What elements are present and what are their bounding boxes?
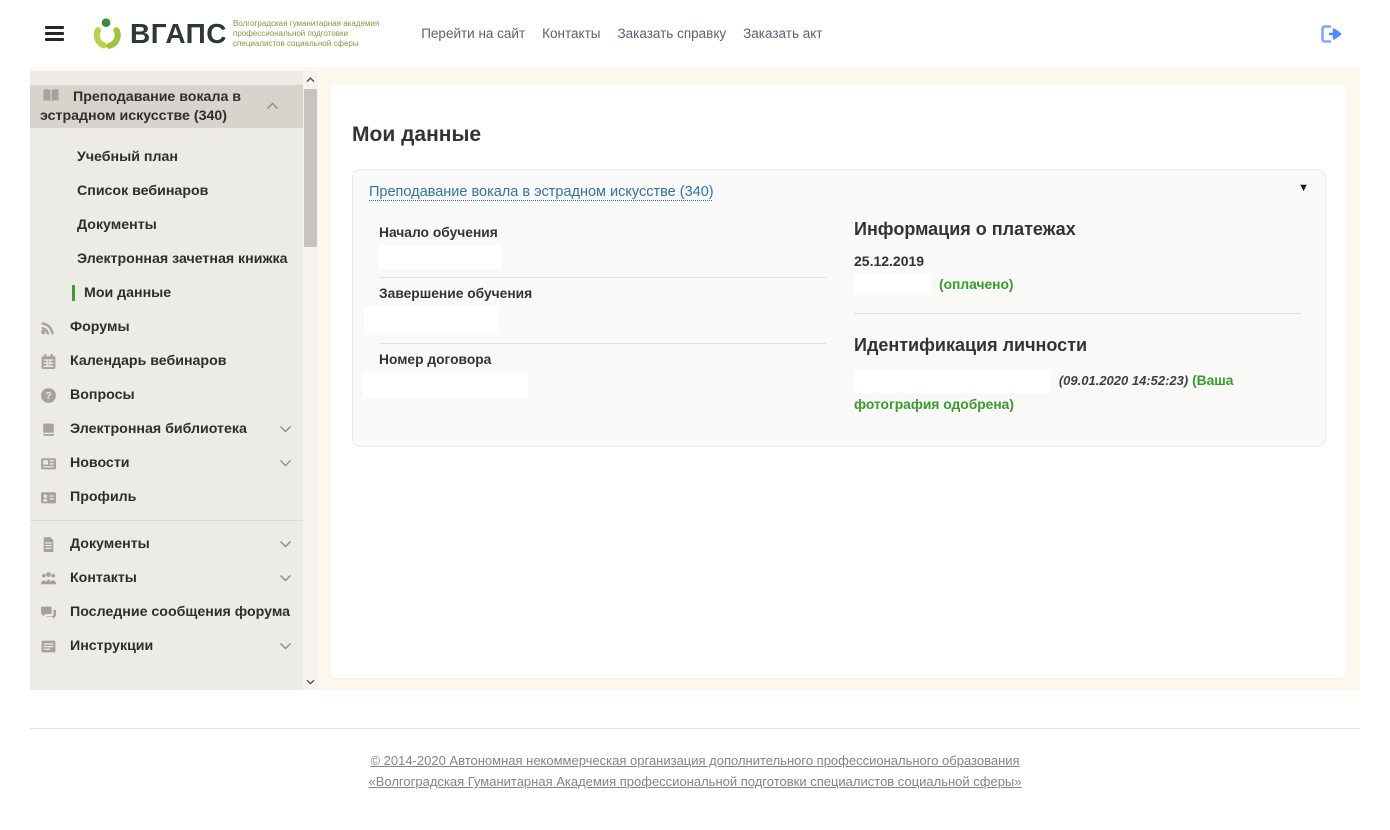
payments-heading: Информация о платежах <box>854 219 1301 240</box>
chevron-down-icon <box>279 455 292 472</box>
calendar-icon <box>40 353 57 370</box>
logo-tagline: Волгоградская гуманитарная академия проф… <box>233 19 379 49</box>
top-header: ВГАПС Волгоградская гуманитарная академи… <box>0 0 1390 67</box>
redacted-value <box>379 245 501 269</box>
sidebar-item-elibrary[interactable]: Электронная библиотека <box>30 412 303 446</box>
main-card: Мои данные Преподавание вокала в эстрадн… <box>330 85 1347 678</box>
footer-divider <box>30 728 1360 729</box>
sidebar-secondary-list: Документы Контакты <box>30 527 303 663</box>
chevron-down-icon <box>279 570 292 587</box>
field-contract-number: Номер договора <box>379 344 826 406</box>
profile-card-icon <box>40 489 57 506</box>
top-nav: Перейти на сайт Контакты Заказать справк… <box>421 26 822 41</box>
identity-heading: Идентификация личности <box>854 335 1301 356</box>
course-link[interactable]: Преподавание вокала в эстрадном искусств… <box>369 184 714 200</box>
sidebar-item-forums[interactable]: Форумы <box>30 310 303 344</box>
sidebar-item-contacts[interactable]: Контакты <box>30 561 303 595</box>
sidebar-item-documents[interactable]: Документы <box>30 527 303 561</box>
sidebar-item-instructions[interactable]: Инструкции <box>30 629 303 663</box>
svg-text:?: ? <box>45 391 51 402</box>
sidebar-item-webinar-calendar[interactable]: Календарь вебинаров <box>30 344 303 378</box>
open-book-icon <box>42 88 60 108</box>
chevron-up-icon <box>266 98 279 115</box>
sidebar: Преподавание вокала в эстрадном искусств… <box>30 71 318 690</box>
sidebar-subitem-my-data[interactable]: Мои данные <box>30 276 303 310</box>
payment-row: (оплачено) <box>854 274 1301 295</box>
sidebar-subitem-documents[interactable]: Документы <box>30 208 303 242</box>
nav-order-certificate[interactable]: Заказать справку <box>617 26 726 41</box>
redacted-value <box>363 372 528 398</box>
field-start-date: Начало обучения <box>379 217 826 278</box>
sidebar-item-questions[interactable]: ? Вопросы <box>30 378 303 412</box>
chevron-down-icon <box>279 638 292 655</box>
logo-icon <box>90 16 124 52</box>
sidebar-course-label: Преподавание вокала в эстрадном искусств… <box>40 89 241 124</box>
identity-timestamp: (09.01.2020 14:52:23) <box>1059 373 1188 388</box>
question-icon: ? <box>40 387 57 404</box>
payments-and-identity: Информация о платежах 25.12.2019 (оплаче… <box>854 217 1301 416</box>
identity-row: (09.01.2020 14:52:23) (Ваша фотография о… <box>854 369 1301 416</box>
course-submenu: Учебный план Список вебинаров Документы … <box>30 140 303 310</box>
payment-status: (оплачено) <box>939 277 1014 292</box>
forum-icon <box>40 319 57 336</box>
scrollbar-thumb[interactable] <box>304 89 317 247</box>
news-icon <box>40 455 57 472</box>
sidebar-divider <box>30 520 303 521</box>
instructions-icon <box>40 638 57 655</box>
sidebar-item-latest-forum-messages[interactable]: Последние сообщения форума <box>30 595 303 629</box>
page-title: Мои данные <box>352 123 1326 147</box>
sidebar-course-header[interactable]: Преподавание вокала в эстрадном искусств… <box>30 85 303 128</box>
course-panel: Преподавание вокала в эстрадном искусств… <box>352 169 1326 447</box>
redacted-value <box>854 274 932 295</box>
scroll-up-icon[interactable] <box>303 71 318 88</box>
content-band: Преподавание вокала в эстрадном искусств… <box>30 67 1360 690</box>
payment-date: 25.12.2019 <box>854 253 1301 269</box>
nav-contacts[interactable]: Контакты <box>542 26 600 41</box>
main-area: Мои данные Преподавание вокала в эстрадн… <box>318 67 1360 690</box>
footer-link-line2[interactable]: «Волгоградская Гуманитарная Академия про… <box>0 771 1390 792</box>
nav-order-act[interactable]: Заказать акт <box>743 26 822 41</box>
chevron-down-icon <box>279 536 292 553</box>
sidebar-scrollbar[interactable] <box>303 71 318 690</box>
sidebar-item-news[interactable]: Новости <box>30 446 303 480</box>
logo[interactable]: ВГАПС Волгоградская гуманитарная академи… <box>90 16 379 52</box>
nav-goto-site[interactable]: Перейти на сайт <box>421 26 525 41</box>
training-fields: Начало обучения Завершение обучения Номе… <box>379 217 826 416</box>
panel-columns: Начало обучения Завершение обучения Номе… <box>379 217 1309 416</box>
scroll-down-icon[interactable] <box>303 673 318 690</box>
sidebar-subitem-gradebook[interactable]: Электронная зачетная книжка <box>30 242 303 276</box>
sidebar-subitem-webinar-list[interactable]: Список вебинаров <box>30 174 303 208</box>
redacted-value <box>854 370 1051 393</box>
section-divider <box>854 313 1301 314</box>
hamburger-menu-icon[interactable] <box>45 26 64 41</box>
redacted-value <box>364 306 499 335</box>
document-icon <box>40 536 57 553</box>
logout-icon[interactable] <box>1320 24 1344 44</box>
logo-title: ВГАПС <box>130 18 227 50</box>
chat-icon <box>40 604 57 621</box>
sidebar-main-list: Форумы Календарь вебинаров ? Вопросы <box>30 310 303 514</box>
library-icon <box>40 421 57 438</box>
sidebar-subitem-curriculum[interactable]: Учебный план <box>30 140 303 174</box>
footer: © 2014-2020 Автономная некоммерческая ор… <box>0 750 1390 792</box>
sidebar-item-profile[interactable]: Профиль <box>30 480 303 514</box>
footer-link-line1[interactable]: © 2014-2020 Автономная некоммерческая ор… <box>0 750 1390 771</box>
collapse-caret-icon[interactable]: ▼ <box>1298 182 1309 194</box>
field-end-date: Завершение обучения <box>379 278 826 344</box>
people-icon <box>40 570 57 587</box>
chevron-down-icon <box>279 421 292 438</box>
